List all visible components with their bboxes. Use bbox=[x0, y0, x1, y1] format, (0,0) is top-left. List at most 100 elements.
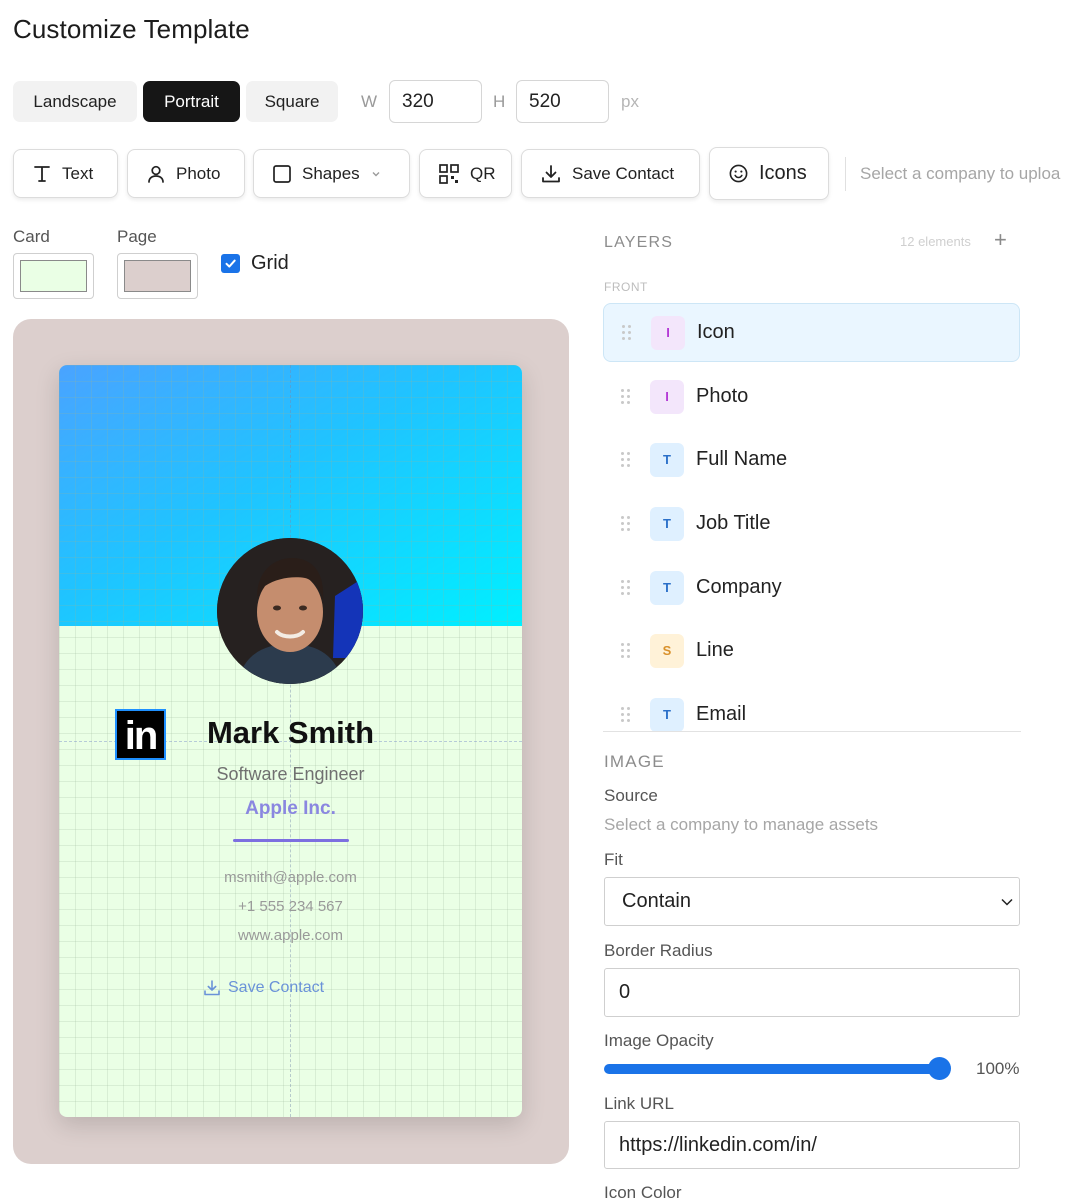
card-save-contact[interactable]: Save Contact bbox=[203, 979, 324, 997]
download-icon bbox=[204, 980, 220, 996]
layers-count: 12 elements bbox=[900, 234, 971, 249]
drag-handle-icon[interactable] bbox=[621, 388, 631, 405]
add-qr-button[interactable]: QR bbox=[419, 149, 512, 198]
layer-item[interactable]: T Email bbox=[603, 685, 1020, 731]
fit-label: Fit bbox=[604, 850, 623, 869]
card-color-label: Card bbox=[13, 227, 50, 246]
width-input[interactable]: 320 bbox=[389, 80, 482, 123]
width-label: W bbox=[361, 92, 378, 111]
layer-item[interactable]: T Job Title bbox=[603, 494, 1020, 553]
person-portrait-icon bbox=[217, 538, 363, 684]
layers-list[interactable]: I Icon I Photo T Full Name T Job Title T… bbox=[603, 303, 1021, 732]
card-color-swatch[interactable] bbox=[13, 253, 94, 299]
layer-label: Full Name bbox=[696, 448, 788, 470]
qr-code-icon bbox=[439, 163, 459, 184]
orientation-landscape-button[interactable]: Landscape bbox=[13, 81, 137, 122]
checkmark-icon bbox=[225, 259, 236, 268]
page-title: Customize Template bbox=[13, 14, 250, 44]
layer-item[interactable]: T Company bbox=[603, 558, 1020, 617]
layer-item[interactable]: I Photo bbox=[603, 367, 1020, 426]
drag-handle-icon[interactable] bbox=[621, 706, 631, 723]
text-icon bbox=[34, 165, 50, 182]
layer-label: Line bbox=[696, 639, 734, 661]
layer-label: Icon bbox=[697, 321, 735, 343]
source-hint: Select a company to manage assets bbox=[604, 815, 879, 834]
business-card[interactable]: in Mark Smith Software Engineer Apple In… bbox=[59, 365, 522, 1117]
download-icon bbox=[542, 164, 560, 182]
border-radius-label: Border Radius bbox=[604, 941, 713, 960]
chevron-down-icon bbox=[372, 171, 380, 176]
add-save-contact-button[interactable]: Save Contact bbox=[521, 149, 700, 198]
add-text-label: Text bbox=[62, 163, 94, 183]
source-label: Source bbox=[604, 786, 658, 805]
layer-type-badge: T bbox=[650, 442, 684, 477]
add-photo-label: Photo bbox=[176, 163, 221, 183]
layer-type-badge: T bbox=[650, 570, 684, 605]
layers-title: LAYERS bbox=[604, 234, 674, 251]
layer-label: Job Title bbox=[696, 512, 771, 534]
image-opacity-label: Image Opacity bbox=[604, 1031, 714, 1050]
layer-item[interactable]: T Full Name bbox=[603, 430, 1020, 489]
fit-select[interactable]: Contain bbox=[604, 877, 1020, 926]
height-label: H bbox=[493, 92, 506, 111]
fit-select-value: Contain bbox=[622, 890, 691, 912]
image-opacity-slider-thumb[interactable] bbox=[928, 1057, 951, 1080]
layer-type-badge: T bbox=[650, 506, 684, 541]
upload-hint: Select a company to uploa bbox=[860, 164, 1061, 183]
layer-label: Email bbox=[696, 703, 747, 725]
image-opacity-value: 100% bbox=[976, 1059, 1020, 1078]
layers-group-label: FRONT bbox=[604, 280, 648, 294]
layer-type-badge: I bbox=[651, 315, 685, 350]
add-shapes-button[interactable]: Shapes bbox=[253, 149, 410, 198]
card-phone[interactable]: +1 555 234 567 bbox=[59, 898, 522, 915]
drag-handle-icon[interactable] bbox=[621, 579, 631, 596]
layer-item[interactable]: S Line bbox=[603, 621, 1020, 680]
layer-label: Photo bbox=[696, 385, 749, 407]
layer-label: Company bbox=[696, 576, 782, 598]
link-url-input[interactable]: https://linkedin.com/in/ bbox=[604, 1121, 1020, 1169]
design-canvas[interactable]: in Mark Smith Software Engineer Apple In… bbox=[13, 319, 569, 1164]
drag-handle-icon[interactable] bbox=[622, 324, 632, 341]
link-url-label: Link URL bbox=[604, 1094, 674, 1113]
user-icon bbox=[148, 165, 164, 183]
card-job-title[interactable]: Software Engineer bbox=[59, 764, 522, 785]
add-layer-icon[interactable]: + bbox=[994, 229, 1007, 251]
card-website[interactable]: www.apple.com bbox=[59, 927, 522, 944]
orientation-square-button[interactable]: Square bbox=[246, 81, 338, 122]
layer-type-badge: T bbox=[650, 697, 684, 731]
card-divider-line[interactable] bbox=[233, 839, 349, 842]
drag-handle-icon[interactable] bbox=[621, 451, 631, 468]
layer-type-badge: S bbox=[650, 633, 684, 668]
grid-label: Grid bbox=[251, 252, 289, 274]
add-save-contact-label: Save Contact bbox=[572, 163, 675, 183]
border-radius-input[interactable]: 0 bbox=[604, 968, 1020, 1017]
add-qr-label: QR bbox=[470, 163, 496, 183]
height-input[interactable]: 520 bbox=[516, 80, 609, 123]
image-opacity-slider[interactable] bbox=[604, 1064, 940, 1074]
drag-handle-icon[interactable] bbox=[621, 642, 631, 659]
add-shapes-label: Shapes bbox=[302, 163, 360, 183]
smiley-icon bbox=[729, 164, 748, 183]
profile-photo[interactable] bbox=[217, 538, 363, 684]
drag-handle-icon[interactable] bbox=[621, 515, 631, 532]
toolbar-divider bbox=[845, 157, 846, 191]
square-icon bbox=[273, 164, 291, 183]
icon-color-label: Icon Color bbox=[604, 1183, 682, 1200]
card-email[interactable]: msmith@apple.com bbox=[59, 869, 522, 886]
orientation-portrait-button[interactable]: Portrait bbox=[143, 81, 240, 122]
add-icons-label: Icons bbox=[759, 162, 807, 184]
grid-checkbox[interactable] bbox=[221, 254, 240, 273]
page-color-swatch[interactable] bbox=[117, 253, 198, 299]
card-save-contact-label: Save Contact bbox=[228, 979, 325, 996]
layer-item[interactable]: I Icon bbox=[603, 303, 1020, 362]
image-section-title: IMAGE bbox=[604, 752, 665, 771]
add-photo-button[interactable]: Photo bbox=[127, 149, 245, 198]
layer-type-badge: I bbox=[650, 379, 684, 414]
add-text-button[interactable]: Text bbox=[13, 149, 118, 198]
card-company[interactable]: Apple Inc. bbox=[59, 798, 522, 820]
page-color-label: Page bbox=[117, 227, 157, 246]
chevron-down-icon bbox=[1001, 898, 1013, 906]
unit-label: px bbox=[621, 92, 639, 111]
add-icons-button[interactable]: Icons bbox=[709, 147, 829, 200]
card-full-name[interactable]: Mark Smith bbox=[59, 715, 522, 751]
